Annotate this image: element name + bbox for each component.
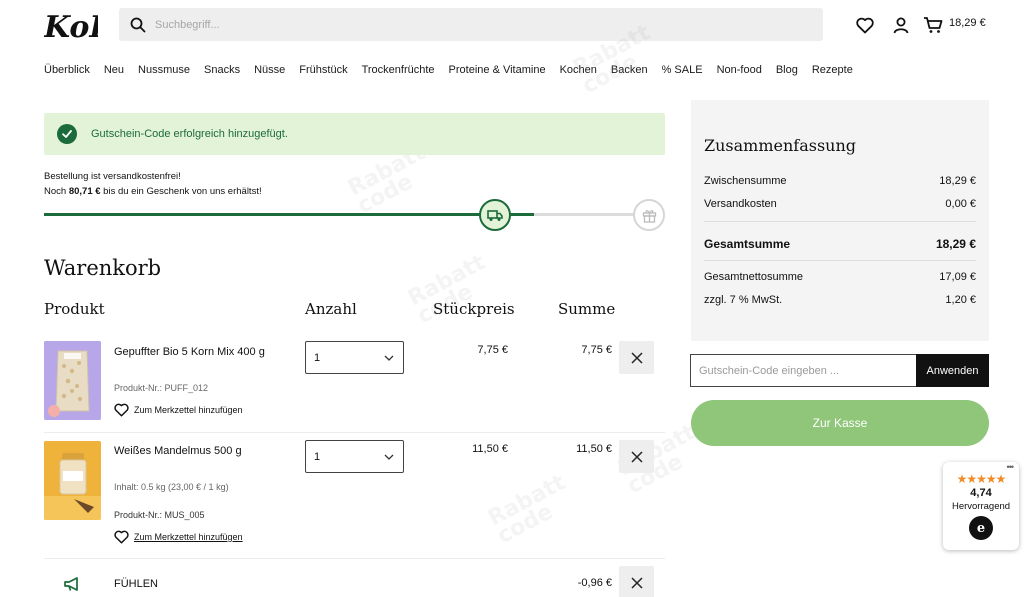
total-row: Gesamtsumme 18,29 € <box>704 237 976 251</box>
rating-score: 4,74 <box>970 487 992 499</box>
nav-item-8[interactable]: Kochen <box>560 64 597 76</box>
product-image-mandelmus[interactable] <box>44 441 101 520</box>
chevron-down-icon <box>384 454 394 460</box>
cart-total[interactable]: 18,29 € <box>949 17 986 29</box>
success-alert: Gutschein-Code erfolgreich hinzugefügt. <box>44 113 665 155</box>
divider <box>44 558 665 559</box>
wishlist-icon[interactable] <box>854 14 876 36</box>
shipping-row: Versandkosten 0,00 € <box>704 198 976 210</box>
heart-icon <box>114 530 129 544</box>
line-sum: 7,75 € <box>581 344 612 356</box>
check-circle-icon <box>57 124 77 144</box>
watermark: Rabattcode <box>484 470 570 550</box>
close-icon <box>630 576 643 589</box>
search-bar[interactable] <box>119 8 823 41</box>
close-icon <box>630 450 643 463</box>
chevron-down-icon <box>384 355 394 361</box>
add-to-wishlist-link[interactable]: Zum Merkzettel hinzufügen <box>114 403 243 417</box>
order-summary: Zusammenfassung Zwischensumme 18,29 € Ver… <box>691 100 989 341</box>
column-header-sum: Summe <box>558 300 616 318</box>
unit-price: 7,75 € <box>477 344 508 356</box>
search-icon <box>130 17 146 32</box>
nav-item-11[interactable]: Non-food <box>717 64 762 76</box>
rating-stars: ★★★★★ <box>956 472 1007 486</box>
quantity-select[interactable]: 1 <box>305 440 404 473</box>
nav-item-9[interactable]: Backen <box>611 64 648 76</box>
divider <box>704 221 976 222</box>
voucher-sum: -0,96 € <box>577 577 612 589</box>
cart-title: Warenkorb <box>44 256 162 280</box>
checkout-button[interactable]: Zur Kasse <box>691 400 989 446</box>
product-name[interactable]: Gepuffter Bio 5 Korn Mix 400 g <box>114 346 265 358</box>
nav-item-5[interactable]: Frühstück <box>299 64 347 76</box>
nav-item-12[interactable]: Blog <box>776 64 798 76</box>
cart-icon[interactable] <box>922 14 944 36</box>
trusted-shops-icon: e <box>969 516 993 540</box>
voucher-code: FÜHLEN <box>114 578 159 590</box>
truck-icon <box>479 199 511 231</box>
column-header-product: Produkt <box>44 300 105 318</box>
shipping-progress-bar <box>44 213 634 216</box>
net-total-row: Gesamtnettosumme 17,09 € <box>704 271 976 283</box>
quantity-select[interactable]: 1 <box>305 341 404 374</box>
coupon-input[interactable] <box>690 354 916 387</box>
unit-price: 11,50 € <box>472 443 508 455</box>
column-header-qty: Anzahl <box>305 300 357 318</box>
heart-icon <box>114 403 129 417</box>
nav-item-0[interactable]: Überblick <box>44 64 90 76</box>
progress-fill <box>44 213 534 216</box>
apply-coupon-button[interactable]: Anwenden <box>916 354 989 387</box>
nav-item-13[interactable]: Rezepte <box>812 64 853 76</box>
search-input[interactable] <box>155 18 755 31</box>
logo-text: KoRo <box>44 10 98 45</box>
line-sum: 11,50 € <box>576 443 612 455</box>
nav-item-4[interactable]: Nüsse <box>254 64 285 76</box>
gift-threshold-text: Noch 80,71 € bis du ein Geschenk von uns… <box>44 186 262 197</box>
summary-title: Zusammenfassung <box>704 136 857 155</box>
divider <box>704 260 976 261</box>
alert-message: Gutschein-Code erfolgreich hinzugefügt. <box>91 128 288 140</box>
add-to-wishlist-link[interactable]: Zum Merkzettel hinzufügen <box>114 530 243 544</box>
product-sku: Produkt-Nr.: PUFF_012 <box>114 383 209 393</box>
account-icon[interactable] <box>890 14 912 36</box>
product-name[interactable]: Weißes Mandelmus 500 g <box>114 445 242 457</box>
nav-item-7[interactable]: Proteine & Vitamine <box>449 64 546 76</box>
remove-item-button[interactable] <box>619 440 654 473</box>
gift-icon <box>633 199 665 231</box>
nav-item-1[interactable]: Neu <box>104 64 124 76</box>
rating-label: Hervorragend <box>951 501 1011 512</box>
product-sku: Produkt-Nr.: MUS_005 <box>114 510 205 520</box>
nav-item-2[interactable]: Nussmuse <box>138 64 190 76</box>
remove-voucher-button[interactable] <box>619 566 654 597</box>
close-icon <box>630 351 643 364</box>
more-options-icon[interactable]: ••• <box>1007 462 1015 472</box>
column-header-unit-price: Stückpreis <box>433 300 515 318</box>
nav-item-10[interactable]: % SALE <box>662 64 703 76</box>
remove-item-button[interactable] <box>619 341 654 374</box>
product-info: Inhalt: 0.5 kg (23,00 € / 1 kg) <box>114 482 229 492</box>
vat-row: zzgl. 7 % MwSt. 1,20 € <box>704 294 976 306</box>
megaphone-icon <box>63 576 83 597</box>
nav-item-3[interactable]: Snacks <box>204 64 240 76</box>
koro-logo[interactable]: KoRo <box>43 4 134 48</box>
free-shipping-text: Bestellung ist versandkostenfrei! <box>44 171 181 182</box>
nav-item-6[interactable]: Trockenfrüchte <box>362 64 435 76</box>
subtotal-row: Zwischensumme 18,29 € <box>704 175 976 187</box>
divider <box>44 432 665 433</box>
main-nav: Überblick Neu Nussmuse Snacks Nüsse Frühstück… <box>44 64 867 76</box>
trust-badge-widget[interactable]: ••• ★★★★★ 4,74 Hervorragend e <box>943 462 1019 550</box>
product-image-puff[interactable] <box>44 341 101 420</box>
